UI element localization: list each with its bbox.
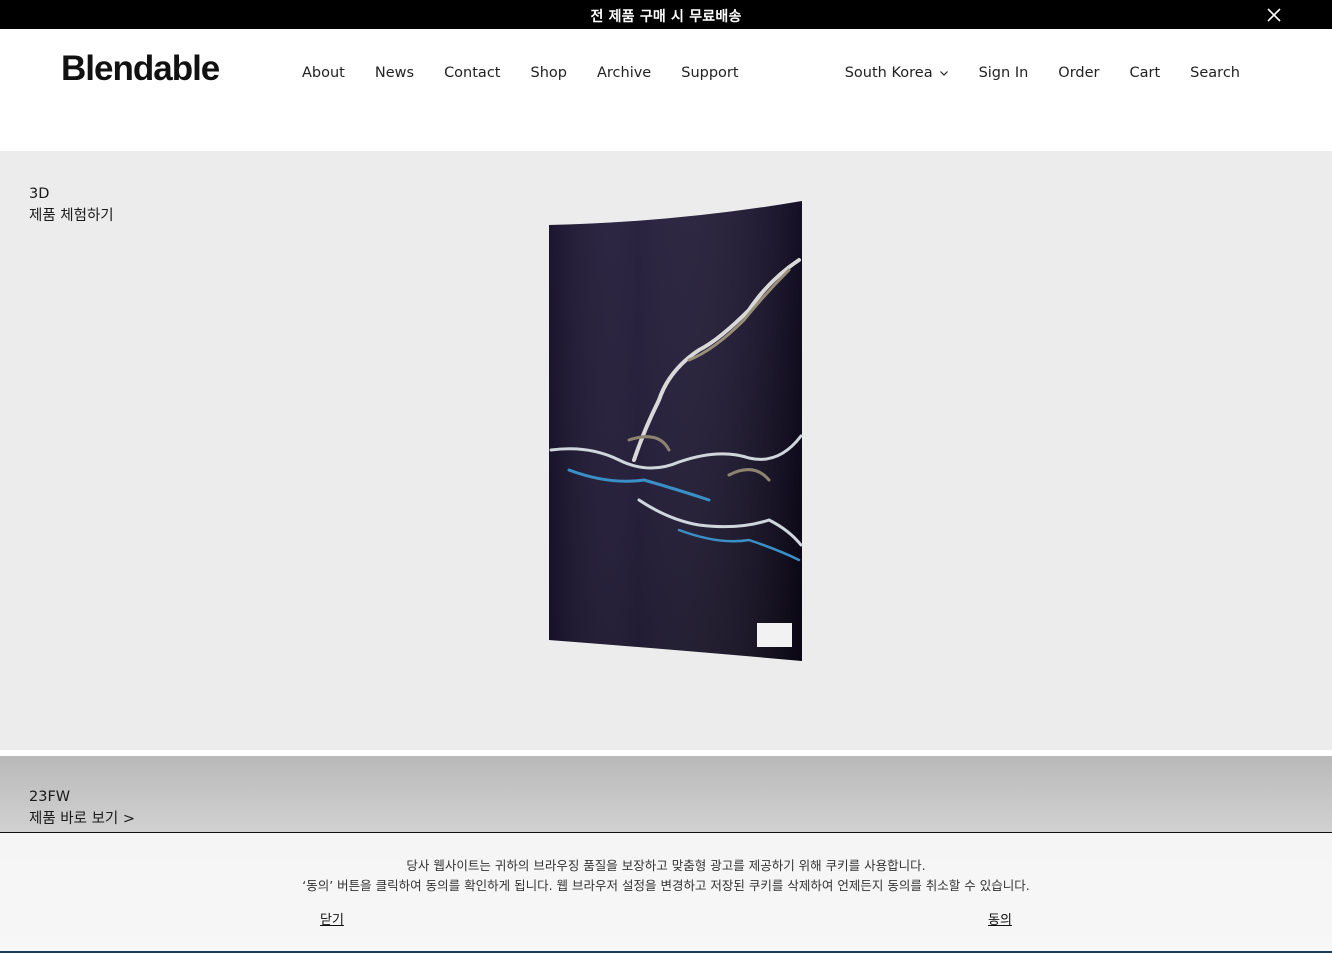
nav-sign-in[interactable]: Sign In bbox=[979, 65, 1029, 81]
nav-support[interactable]: Support bbox=[681, 65, 738, 81]
cookie-agree-button[interactable]: 동의 bbox=[988, 909, 1012, 928]
nav-order[interactable]: Order bbox=[1058, 65, 1099, 81]
product-3d-fabric[interactable] bbox=[549, 200, 803, 661]
nav-search[interactable]: Search bbox=[1190, 65, 1240, 81]
product-tag bbox=[757, 623, 792, 647]
hero-label-line1: 3D bbox=[29, 186, 50, 202]
region-label: South Korea bbox=[844, 65, 933, 81]
collection-label[interactable]: 23FW 제품 바로 보기 > bbox=[29, 786, 135, 830]
nav-news[interactable]: News bbox=[375, 65, 414, 81]
announcement-bar: 전 제품 구매 시 무료배송 bbox=[0, 0, 1332, 29]
region-selector[interactable]: South Korea bbox=[845, 65, 949, 81]
nav-shop[interactable]: Shop bbox=[530, 65, 566, 81]
cookie-close-button[interactable]: 닫기 bbox=[320, 909, 344, 928]
hero-label-line2: 제품 체험하기 bbox=[29, 208, 114, 224]
cookie-text-line1: 당사 웹사이트는 귀하의 브라우징 품질을 보장하고 맞춤형 광고를 제공하기 … bbox=[406, 858, 926, 873]
nav-contact[interactable]: Contact bbox=[444, 65, 500, 81]
cookie-banner: 당사 웹사이트는 귀하의 브라우징 품질을 보장하고 맞춤형 광고를 제공하기 … bbox=[0, 832, 1332, 953]
main-nav: About News Contact Shop Archive Support bbox=[302, 65, 739, 81]
nav-about[interactable]: About bbox=[302, 65, 345, 81]
cookie-text-line2: ‘동의’ 버튼을 클릭하여 동의를 확인하게 됩니다. 웹 브라우저 설정을 변… bbox=[302, 878, 1030, 893]
utility-nav: South Korea Sign In Order Cart Search bbox=[845, 65, 1240, 81]
close-icon[interactable] bbox=[1266, 7, 1282, 23]
site-header: Blendable About News Contact Shop Archiv… bbox=[0, 29, 1332, 151]
collection-label-line2[interactable]: 제품 바로 보기 > bbox=[29, 808, 135, 830]
collection-label-line1: 23FW bbox=[29, 789, 71, 805]
chevron-down-icon bbox=[939, 71, 948, 76]
brand-logo[interactable]: Blendable bbox=[61, 49, 220, 89]
nav-archive[interactable]: Archive bbox=[597, 65, 651, 81]
nav-cart[interactable]: Cart bbox=[1130, 65, 1161, 81]
hero-label[interactable]: 3D 제품 체험하기 bbox=[29, 183, 114, 227]
hero-3d-section[interactable]: 3D 제품 체험하기 bbox=[0, 151, 1332, 750]
announcement-text: 전 제품 구매 시 무료배송 bbox=[590, 9, 742, 25]
